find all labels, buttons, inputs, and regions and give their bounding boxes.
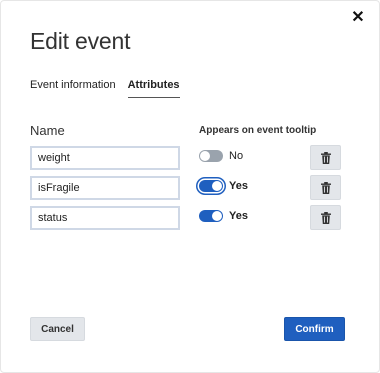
tooltip-toggle-group: Yes [199, 180, 248, 192]
tooltip-toggle-label: Yes [229, 210, 248, 222]
tooltip-toggle-group: Yes [199, 210, 248, 222]
toggle-knob [212, 181, 222, 191]
tooltip-toggle-group: No [199, 150, 243, 162]
close-icon[interactable]: ✕ [349, 9, 367, 27]
confirm-button[interactable]: Confirm [284, 317, 345, 341]
trash-icon [320, 211, 331, 224]
cancel-button[interactable]: Cancel [30, 317, 85, 341]
tooltip-toggle[interactable] [199, 150, 223, 162]
toggle-knob [200, 151, 210, 161]
attribute-name-input[interactable] [30, 206, 180, 230]
attribute-row: No [30, 145, 342, 170]
delete-attribute-button[interactable] [310, 145, 341, 170]
delete-attribute-button[interactable] [310, 205, 341, 230]
attribute-row: Yes [30, 175, 342, 200]
toggle-knob [212, 211, 222, 221]
tab-attributes[interactable]: Attributes [127, 79, 180, 98]
tooltip-toggle-label: No [229, 150, 244, 162]
attribute-name-input[interactable] [30, 146, 180, 170]
trash-icon [320, 181, 331, 194]
tab-bar: Event information Attributes [30, 79, 180, 98]
edit-event-dialog: ✕ Edit event Event information Attribute… [0, 0, 380, 373]
tooltip-toggle[interactable] [199, 210, 223, 222]
trash-icon [320, 151, 331, 164]
delete-attribute-button[interactable] [310, 175, 341, 200]
name-column-header: Name [30, 123, 65, 138]
tooltip-toggle[interactable] [199, 180, 223, 192]
dialog-title: Edit event [30, 28, 131, 54]
tooltip-column-header: Appears on event tooltip [199, 125, 317, 136]
tooltip-toggle-label: Yes [229, 180, 248, 192]
attribute-row: Yes [30, 205, 342, 230]
tab-event-information[interactable]: Event information [30, 79, 116, 97]
attribute-name-input[interactable] [30, 176, 180, 200]
